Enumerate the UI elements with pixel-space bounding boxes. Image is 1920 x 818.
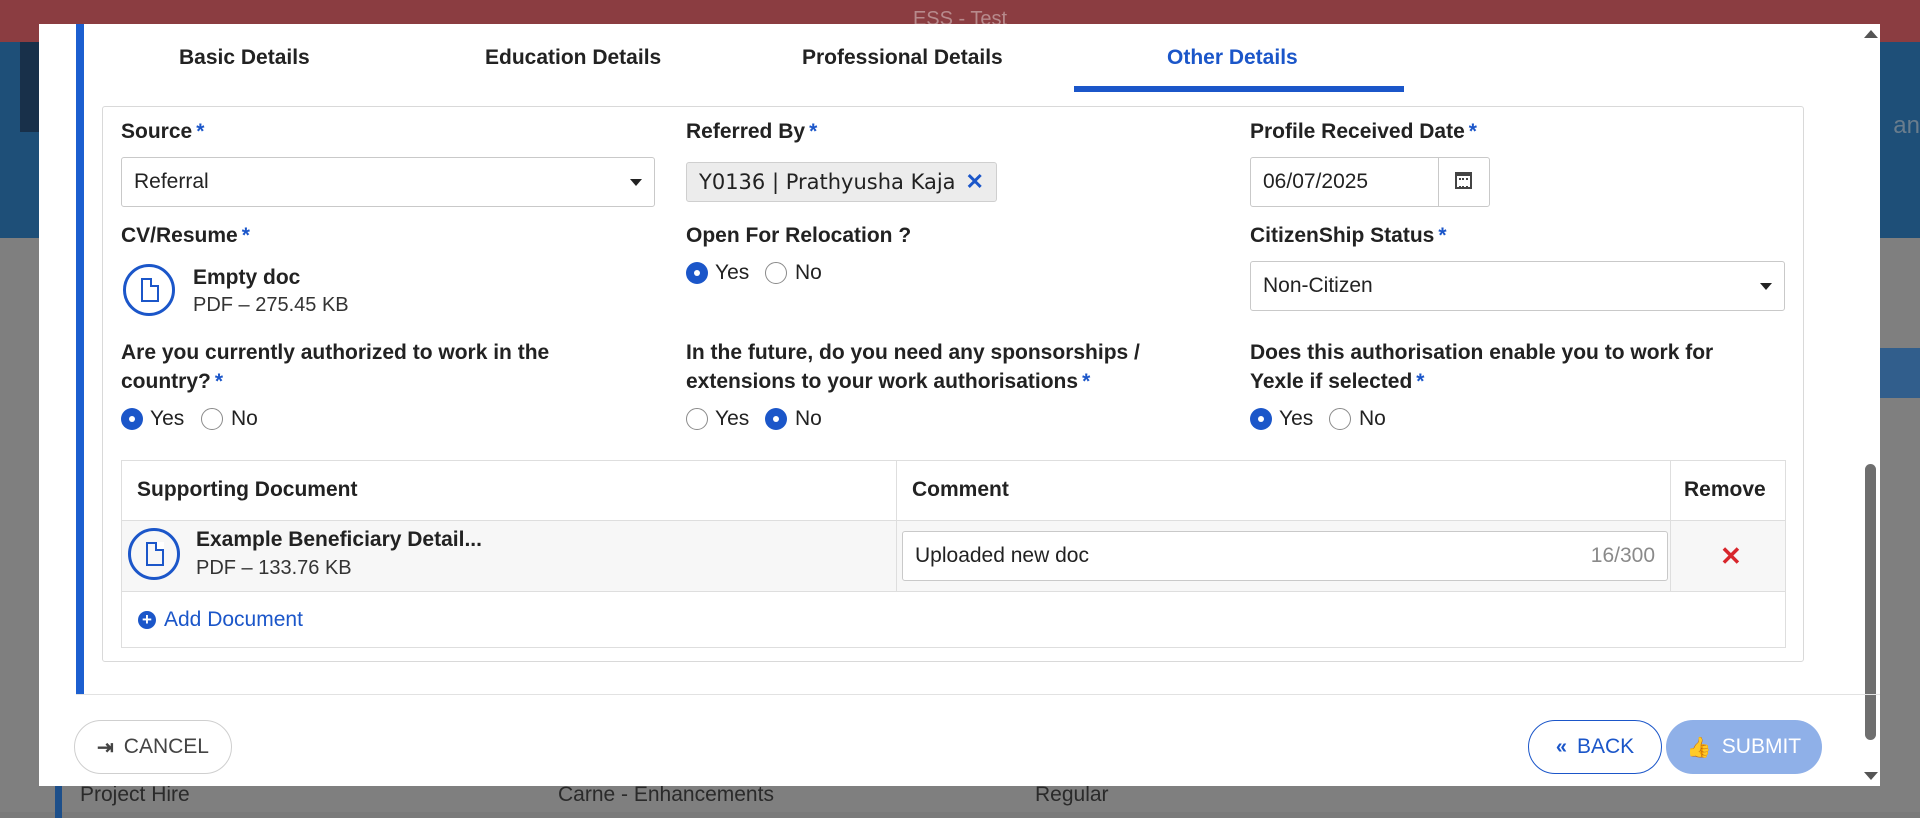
remove-document-icon[interactable]: ✕ bbox=[1720, 541, 1742, 572]
profile-received-date-value: 06/07/2025 bbox=[1263, 170, 1369, 193]
supporting-documents-table: Supporting Document Comment Remove Examp… bbox=[121, 460, 1786, 648]
calendar-icon bbox=[1455, 172, 1472, 189]
app-header-user: an bbox=[1893, 112, 1920, 139]
sponsorship-yes-label: Yes bbox=[715, 407, 750, 430]
table-col-divider bbox=[1670, 461, 1671, 591]
referred-by-chip: Y0136 | Prathyusha Kaja ✕ bbox=[686, 162, 997, 202]
modal-scrollbar[interactable] bbox=[1860, 24, 1880, 786]
calendar-button[interactable] bbox=[1438, 158, 1489, 206]
scroll-up-arrow-icon[interactable] bbox=[1864, 30, 1878, 38]
sponsorship-label: In the future, do you need any sponsorsh… bbox=[686, 341, 1140, 393]
citizenship-value: Non-Citizen bbox=[1263, 274, 1373, 297]
authorisation-enable-no-radio[interactable] bbox=[1329, 408, 1351, 430]
table-divider bbox=[122, 520, 1785, 521]
profile-received-date-input[interactable]: 06/07/2025 bbox=[1250, 157, 1490, 207]
add-document-label: Add Document bbox=[164, 608, 303, 631]
authorized-yes-radio[interactable] bbox=[121, 408, 143, 430]
document-icon[interactable] bbox=[123, 264, 175, 316]
cv-file-name[interactable]: Empty doc bbox=[193, 266, 300, 290]
col-header-document: Supporting Document bbox=[137, 478, 358, 501]
comment-char-count: 16/300 bbox=[1590, 544, 1655, 567]
close-icon[interactable]: ✕ bbox=[966, 169, 984, 195]
tab-other-details[interactable]: Other Details bbox=[1167, 46, 1298, 70]
sponsorship-no-label: No bbox=[795, 407, 822, 430]
app-header-block bbox=[20, 42, 40, 132]
col-header-remove: Remove bbox=[1684, 478, 1766, 501]
authorisation-enable-no-label: No bbox=[1359, 407, 1386, 430]
sponsorship-no-radio[interactable] bbox=[765, 408, 787, 430]
authorized-label: Are you currently authorized to work in … bbox=[121, 341, 550, 393]
cv-file-meta: PDF – 275.45 KB bbox=[193, 294, 349, 316]
scroll-down-arrow-icon[interactable] bbox=[1864, 772, 1878, 780]
chevron-down-icon bbox=[630, 179, 642, 186]
sponsorship-yes-radio[interactable] bbox=[686, 408, 708, 430]
thumbs-up-icon: 👍 bbox=[1686, 736, 1712, 759]
col-header-comment: Comment bbox=[912, 478, 1009, 501]
bg-cell-project: Carne - Enhancements bbox=[558, 783, 774, 806]
submit-label: SUBMIT bbox=[1721, 735, 1802, 758]
referred-by-label: Referred By * bbox=[686, 120, 818, 143]
bg-cell-category: Regular bbox=[1035, 783, 1109, 806]
cancel-button[interactable]: ⇥ CANCEL bbox=[74, 720, 232, 774]
comment-value: Uploaded new doc bbox=[915, 544, 1089, 567]
supporting-doc-name[interactable]: Example Beneficiary Detail... bbox=[196, 528, 482, 552]
relocation-no-label: No bbox=[795, 261, 822, 284]
source-label: Source * bbox=[121, 120, 205, 143]
profile-received-label: Profile Received Date * bbox=[1250, 120, 1477, 143]
scrollbar-thumb[interactable] bbox=[1865, 464, 1876, 740]
table-divider bbox=[122, 591, 1785, 592]
footer-divider bbox=[76, 694, 1880, 695]
authorized-yes-label: Yes bbox=[150, 407, 185, 430]
add-document-link[interactable]: + Add Document bbox=[138, 608, 303, 632]
sign-out-icon: ⇥ bbox=[97, 736, 114, 759]
authorisation-enable-label: Does this authorisation enable you to wo… bbox=[1250, 341, 1714, 393]
authorisation-enable-yes-label: Yes bbox=[1279, 407, 1314, 430]
bg-side-block bbox=[1880, 348, 1920, 398]
tab-professional-details[interactable]: Professional Details bbox=[802, 46, 1003, 70]
authorized-no-radio[interactable] bbox=[201, 408, 223, 430]
active-tab-indicator bbox=[1074, 86, 1404, 92]
bg-cell-type: Project Hire bbox=[80, 783, 190, 806]
relocation-no-radio[interactable] bbox=[765, 262, 787, 284]
double-chevron-left-icon: « bbox=[1555, 735, 1567, 758]
chevron-down-icon bbox=[1760, 283, 1772, 290]
document-icon[interactable] bbox=[128, 528, 180, 580]
back-label: BACK bbox=[1576, 735, 1635, 758]
referred-by-value: Y0136 | Prathyusha Kaja bbox=[699, 170, 956, 194]
table-col-divider bbox=[896, 461, 897, 591]
relocation-yes-radio[interactable] bbox=[686, 262, 708, 284]
relocation-label: Open For Relocation ? bbox=[686, 224, 912, 247]
relocation-yes-label: Yes bbox=[715, 261, 750, 284]
comment-input[interactable]: Uploaded new doc 16/300 bbox=[902, 531, 1668, 581]
authorized-no-label: No bbox=[231, 407, 258, 430]
plus-circle-icon: + bbox=[138, 611, 156, 629]
authorisation-enable-yes-radio[interactable] bbox=[1250, 408, 1272, 430]
tab-basic-details[interactable]: Basic Details bbox=[179, 46, 310, 70]
tab-education-details[interactable]: Education Details bbox=[485, 46, 661, 70]
submit-button[interactable]: 👍 SUBMIT bbox=[1666, 720, 1822, 774]
supporting-doc-meta: PDF – 133.76 KB bbox=[196, 557, 352, 579]
back-button[interactable]: « BACK bbox=[1528, 720, 1662, 774]
candidate-modal: Basic Details Education Details Professi… bbox=[39, 24, 1880, 786]
source-value: Referral bbox=[134, 170, 209, 193]
citizenship-label: CitizenShip Status * bbox=[1250, 224, 1447, 247]
source-select[interactable]: Referral bbox=[121, 157, 655, 207]
citizenship-select[interactable]: Non-Citizen bbox=[1250, 261, 1785, 311]
cv-label: CV/Resume * bbox=[121, 224, 250, 247]
modal-accent-stripe bbox=[76, 24, 84, 694]
cancel-label: CANCEL bbox=[123, 735, 209, 758]
